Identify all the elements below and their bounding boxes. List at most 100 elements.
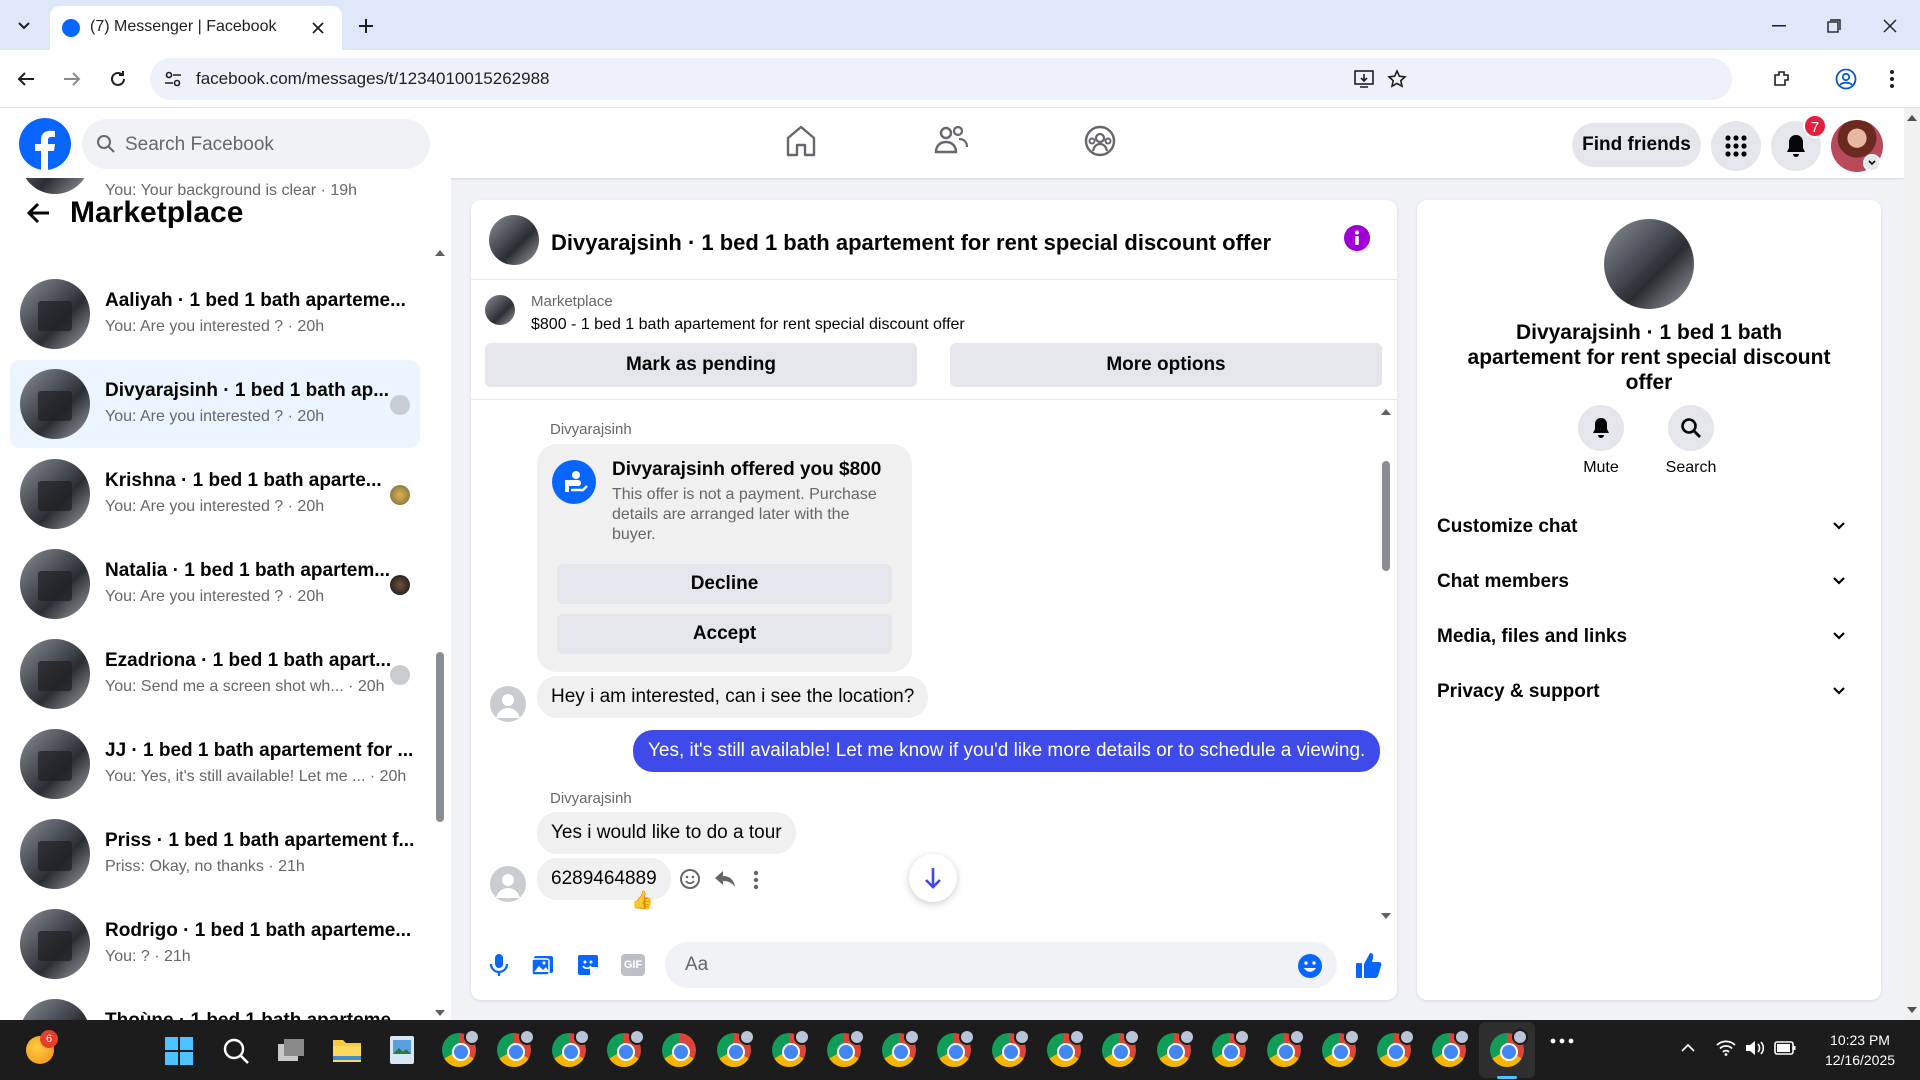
task-view-icon[interactable] bbox=[277, 1038, 305, 1064]
conversation-ezadriona[interactable]: Ezadriona · 1 bed 1 bath apart... You: S… bbox=[10, 630, 420, 718]
conversation-rodrigo[interactable]: Rodrigo · 1 bed 1 bath aparteme... You: … bbox=[10, 900, 420, 988]
chrome-window-icon[interactable] bbox=[552, 1029, 590, 1067]
page-scrollbar[interactable] bbox=[1904, 108, 1920, 1020]
chat-listing-avatar[interactable] bbox=[489, 215, 539, 265]
volume-icon[interactable] bbox=[1745, 1040, 1765, 1056]
conversation-natalia[interactable]: Natalia · 1 bed 1 bath apartem... You: A… bbox=[10, 540, 420, 628]
sticker-icon[interactable] bbox=[576, 953, 600, 977]
chrome-window-icon[interactable] bbox=[827, 1029, 865, 1067]
scroll-to-bottom-button[interactable] bbox=[909, 854, 957, 902]
media-files-links-section[interactable]: Media, files and links bbox=[1437, 616, 1861, 658]
chrome-window-icon[interactable] bbox=[1432, 1029, 1470, 1067]
conversation-aaliyah[interactable]: Aaliyah · 1 bed 1 bath aparteme... You: … bbox=[10, 270, 420, 358]
forward-arrow-icon[interactable] bbox=[58, 65, 86, 93]
more-options-button[interactable]: More options bbox=[950, 343, 1382, 387]
chrome-window-icon[interactable] bbox=[1322, 1029, 1360, 1067]
chat-title[interactable]: Divyarajsinh · 1 bed 1 bath apartement f… bbox=[551, 230, 1271, 256]
chrome-menu-icon[interactable] bbox=[1878, 65, 1906, 93]
back-arrow-icon[interactable] bbox=[26, 202, 50, 224]
windows-start-icon[interactable] bbox=[165, 1037, 193, 1065]
restore-window-icon[interactable] bbox=[1820, 12, 1848, 40]
incoming-message[interactable]: Hey i am interested, can i see the locat… bbox=[537, 676, 929, 718]
install-app-icon[interactable] bbox=[1352, 67, 1376, 91]
chrome-window-icon[interactable] bbox=[497, 1029, 535, 1067]
chrome-window-icon[interactable] bbox=[1267, 1029, 1305, 1067]
facebook-search-input[interactable]: Search Facebook bbox=[82, 119, 430, 169]
incoming-message[interactable]: Yes i would like to do a tour bbox=[537, 812, 796, 854]
chrome-window-icon[interactable] bbox=[1212, 1029, 1250, 1067]
file-explorer-icon[interactable] bbox=[332, 1037, 362, 1063]
chrome-active-window-icon[interactable] bbox=[1490, 1029, 1528, 1067]
listing-avatar[interactable] bbox=[1604, 219, 1694, 309]
chrome-window-icon[interactable] bbox=[772, 1029, 810, 1067]
facebook-logo-icon[interactable] bbox=[19, 118, 71, 170]
menu-grid-button[interactable] bbox=[1711, 121, 1761, 171]
reply-icon[interactable] bbox=[714, 869, 736, 889]
browser-tab-messenger[interactable]: (7) Messenger | Facebook bbox=[50, 6, 342, 50]
wifi-icon[interactable] bbox=[1716, 1040, 1736, 1056]
sender-avatar[interactable] bbox=[490, 686, 526, 722]
minimize-window-icon[interactable] bbox=[1765, 12, 1793, 40]
microphone-icon[interactable] bbox=[488, 953, 510, 977]
friends-icon[interactable] bbox=[934, 124, 968, 156]
more-actions-icon[interactable] bbox=[753, 870, 759, 890]
chrome-window-icon[interactable] bbox=[992, 1029, 1030, 1067]
mute-button[interactable]: Mute bbox=[1571, 405, 1631, 477]
chrome-window-icon[interactable] bbox=[662, 1033, 696, 1067]
tab-close-icon[interactable] bbox=[308, 18, 328, 38]
info-icon[interactable] bbox=[1344, 225, 1370, 251]
find-friends-button[interactable]: Find friends bbox=[1572, 123, 1701, 167]
conversation-jj[interactable]: JJ · 1 bed 1 bath apartement for ... You… bbox=[10, 720, 420, 808]
site-settings-icon[interactable] bbox=[162, 68, 184, 90]
more-apps-icon[interactable] bbox=[1550, 1038, 1574, 1044]
back-arrow-icon[interactable] bbox=[12, 65, 40, 93]
search-in-conversation-button[interactable]: Search bbox=[1661, 405, 1721, 477]
message-input[interactable]: Aa bbox=[665, 942, 1337, 988]
chrome-window-icon[interactable] bbox=[882, 1029, 920, 1067]
mark-as-pending-button[interactable]: Mark as pending bbox=[485, 343, 917, 387]
like-thumbs-up-icon[interactable] bbox=[1355, 951, 1383, 979]
emoji-icon[interactable] bbox=[1297, 953, 1323, 979]
chrome-window-icon[interactable] bbox=[1102, 1029, 1140, 1067]
close-window-icon[interactable] bbox=[1876, 12, 1904, 40]
battery-icon[interactable] bbox=[1774, 1041, 1796, 1055]
customize-chat-section[interactable]: Customize chat bbox=[1437, 506, 1861, 548]
sender-avatar[interactable] bbox=[490, 866, 526, 902]
chrome-window-icon[interactable] bbox=[1377, 1029, 1415, 1067]
chrome-window-icon[interactable] bbox=[1157, 1029, 1195, 1067]
reaction-thumbs-up[interactable]: 👍 bbox=[631, 890, 653, 911]
conversation-krishna[interactable]: Krishna · 1 bed 1 bath aparte... You: Ar… bbox=[10, 450, 420, 538]
photos-app-icon[interactable] bbox=[389, 1035, 415, 1065]
react-emoji-icon[interactable] bbox=[679, 868, 701, 890]
bookmark-star-icon[interactable] bbox=[1385, 67, 1409, 91]
reload-icon[interactable] bbox=[104, 65, 132, 93]
chrome-window-icon[interactable] bbox=[1047, 1029, 1085, 1067]
address-bar[interactable]: facebook.com/messages/t/1234010015262988 bbox=[150, 58, 1732, 100]
privacy-support-section[interactable]: Privacy & support bbox=[1437, 671, 1861, 713]
chat-list-scrollbar[interactable] bbox=[433, 244, 447, 1020]
chrome-window-icon[interactable] bbox=[442, 1029, 480, 1067]
profile-icon[interactable] bbox=[1832, 65, 1860, 93]
photo-icon[interactable] bbox=[531, 953, 555, 977]
conversation-priss[interactable]: Priss · 1 bed 1 bath apartement f... Pri… bbox=[10, 810, 420, 898]
conversation-thoune[interactable]: Thoùne · 1 bed 1 bath aparteme... bbox=[10, 990, 420, 1020]
tray-chevron-up-icon[interactable] bbox=[1680, 1042, 1696, 1054]
home-icon[interactable] bbox=[785, 124, 817, 158]
messages-scrollbar[interactable] bbox=[1379, 403, 1393, 923]
listing-title[interactable]: $800 - 1 bed 1 bath apartement for rent … bbox=[531, 316, 965, 334]
chevron-down-icon[interactable] bbox=[1863, 154, 1881, 172]
conversation-divyarajsinh[interactable]: Divyarajsinh · 1 bed 1 bath ap... You: A… bbox=[10, 360, 420, 448]
groups-icon[interactable] bbox=[1083, 124, 1117, 158]
chrome-window-icon[interactable] bbox=[607, 1029, 645, 1067]
chrome-window-icon[interactable] bbox=[937, 1029, 975, 1067]
tab-search-icon[interactable] bbox=[10, 12, 38, 40]
outgoing-message[interactable]: Yes, it's still available! Let me know i… bbox=[633, 730, 1381, 772]
scrollbar-thumb[interactable] bbox=[436, 652, 444, 822]
accept-button[interactable]: Accept bbox=[557, 614, 892, 654]
extensions-icon[interactable] bbox=[1768, 65, 1796, 93]
chrome-window-icon[interactable] bbox=[717, 1029, 755, 1067]
gif-icon[interactable]: GIF bbox=[621, 954, 645, 976]
new-tab-button[interactable] bbox=[352, 12, 380, 40]
taskbar-search-icon[interactable] bbox=[222, 1037, 250, 1065]
list-item[interactable]: You: Your background is clear · 19h bbox=[10, 178, 420, 204]
